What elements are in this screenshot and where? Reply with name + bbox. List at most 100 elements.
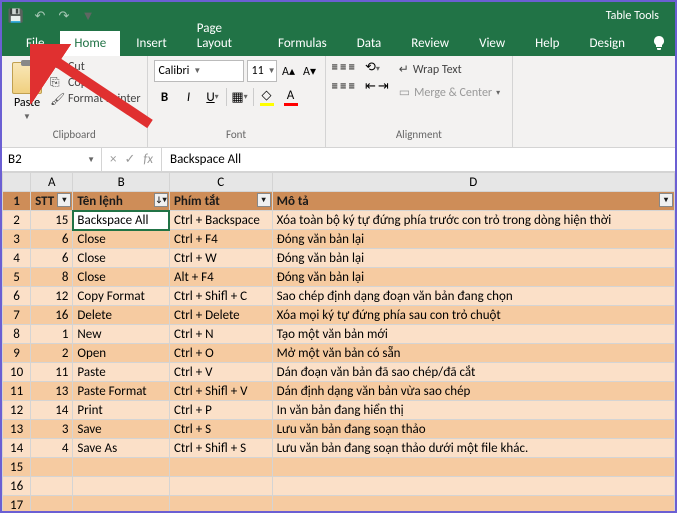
cell[interactable]: Mở một văn bản có sẵn	[272, 344, 674, 363]
row-header[interactable]: 8	[3, 325, 31, 344]
cell[interactable]: Đóng văn bản lại	[272, 249, 674, 268]
cell[interactable]: 2	[31, 344, 73, 363]
qat-dropdown-icon[interactable]: ▼	[80, 8, 96, 24]
cell[interactable]: Xóa mọi ký tự đứng phía sau con trỏ chuộ…	[272, 306, 674, 325]
cell[interactable]: Ctrl + Shifl + C	[169, 287, 272, 306]
tab-home[interactable]: Home	[60, 31, 120, 56]
cell[interactable]: Close	[73, 230, 170, 249]
cancel-icon[interactable]: ×	[110, 152, 116, 167]
align-middle-icon[interactable]: ≡	[340, 60, 346, 75]
select-all-corner[interactable]	[3, 173, 31, 192]
cell[interactable]: Phím tắt▾	[169, 192, 272, 211]
cell[interactable]: 16	[31, 306, 73, 325]
row-header[interactable]: 16	[3, 477, 31, 496]
row-header[interactable]: 15	[3, 458, 31, 477]
cell[interactable]: Đóng văn bản lại	[272, 268, 674, 287]
cell[interactable]	[31, 477, 73, 496]
cell[interactable]: Đóng văn bản lại	[272, 230, 674, 249]
row-header[interactable]: 13	[3, 420, 31, 439]
cell[interactable]: Xóa toàn bộ ký tự đứng phía trước con tr…	[272, 211, 674, 230]
tab-help[interactable]: Help	[521, 31, 573, 56]
border-button[interactable]: ▦▾	[229, 86, 251, 108]
cell[interactable]: Backspace All	[73, 211, 170, 230]
cut-button[interactable]: ✂Cut	[50, 60, 141, 74]
filter-icon[interactable]: ▾	[659, 193, 673, 207]
filter-icon[interactable]: ▾	[257, 193, 271, 207]
enter-icon[interactable]: ✓	[124, 152, 135, 167]
align-top-icon[interactable]: ≡	[332, 60, 338, 75]
cell[interactable]	[31, 458, 73, 477]
cell[interactable]	[272, 496, 674, 512]
cell[interactable]: Close	[73, 268, 170, 287]
row-header[interactable]: 5	[3, 268, 31, 287]
cell[interactable]: Dán định dạng văn bản vừa sao chép	[272, 382, 674, 401]
cell[interactable]: Dán đoạn văn bản đã sao chép/đã cắt	[272, 363, 674, 382]
italic-button[interactable]: I	[178, 86, 200, 108]
tab-formulas[interactable]: Formulas	[264, 31, 341, 56]
row-header[interactable]: 9	[3, 344, 31, 363]
cell[interactable]: Ctrl + V	[169, 363, 272, 382]
cell[interactable]: Ctrl + O	[169, 344, 272, 363]
cell[interactable]: 8	[31, 268, 73, 287]
cell[interactable]: Ctrl + Shifl + V	[169, 382, 272, 401]
col-header-C[interactable]: C	[169, 173, 272, 192]
cell[interactable]: Ctrl + F4	[169, 230, 272, 249]
cell[interactable]: Save As	[73, 439, 170, 458]
cell[interactable]	[169, 496, 272, 512]
wrap-text-button[interactable]: ↵Wrap Text	[393, 60, 506, 79]
tab-file[interactable]: File	[12, 31, 58, 56]
cell[interactable]: 4	[31, 439, 73, 458]
name-box[interactable]: B2▼	[2, 148, 102, 171]
cell[interactable]: Ctrl + P	[169, 401, 272, 420]
tab-review[interactable]: Review	[397, 31, 463, 56]
fx-icon[interactable]: fx	[143, 152, 153, 167]
cell[interactable]: 6	[31, 249, 73, 268]
cell[interactable]: Tên lệnh↓▾	[73, 192, 170, 211]
cell[interactable]	[169, 477, 272, 496]
row-header[interactable]: 7	[3, 306, 31, 325]
cell[interactable]: Ctrl + N	[169, 325, 272, 344]
bold-button[interactable]: B	[154, 86, 176, 108]
cell[interactable]: Mô tả▾	[272, 192, 674, 211]
cell[interactable]: STT▾	[31, 192, 73, 211]
cell[interactable]: Ctrl + W	[169, 249, 272, 268]
cell[interactable]: Lưu văn bản đang soạn thảo	[272, 420, 674, 439]
cell[interactable]	[272, 458, 674, 477]
row-header[interactable]: 14	[3, 439, 31, 458]
cell[interactable]: Close	[73, 249, 170, 268]
cell[interactable]: 13	[31, 382, 73, 401]
row-header[interactable]: 2	[3, 211, 31, 230]
align-bottom-icon[interactable]: ≡	[348, 60, 354, 75]
cell[interactable]	[73, 458, 170, 477]
undo-icon[interactable]: ↶	[32, 8, 48, 24]
cell[interactable]: Alt + F4	[169, 268, 272, 287]
cell[interactable]: Ctrl + S	[169, 420, 272, 439]
spreadsheet-grid[interactable]: A B C D 1STT▾Tên lệnh↓▾Phím tắt▾Mô tả▾21…	[2, 172, 675, 511]
align-left-icon[interactable]: ≡	[332, 79, 338, 94]
underline-button[interactable]: U▾	[202, 86, 224, 108]
tab-data[interactable]: Data	[343, 31, 396, 56]
cell[interactable]: New	[73, 325, 170, 344]
cell[interactable]: Ctrl + Shifl + S	[169, 439, 272, 458]
cell[interactable]	[31, 496, 73, 512]
cell[interactable]: 12	[31, 287, 73, 306]
cell[interactable]	[73, 496, 170, 512]
row-header[interactable]: 17	[3, 496, 31, 512]
cell[interactable]: Print	[73, 401, 170, 420]
align-right-icon[interactable]: ≡	[348, 79, 354, 94]
tab-design[interactable]: Design	[576, 31, 639, 56]
cell[interactable]	[169, 458, 272, 477]
cell[interactable]: Ctrl + Backspace	[169, 211, 272, 230]
orientation-icon[interactable]: ⟲▾	[365, 60, 380, 75]
row-header[interactable]: 6	[3, 287, 31, 306]
tab-view[interactable]: View	[465, 31, 519, 56]
save-icon[interactable]: 💾	[8, 8, 24, 24]
redo-icon[interactable]: ↷	[56, 8, 72, 24]
row-header[interactable]: 10	[3, 363, 31, 382]
cell[interactable]: 6	[31, 230, 73, 249]
cell[interactable]: Lưu văn bản đang soạn thảo dưới một file…	[272, 439, 674, 458]
cell[interactable]: 15	[31, 211, 73, 230]
increase-indent-icon[interactable]: ⇥	[378, 79, 389, 94]
cell[interactable]: Open	[73, 344, 170, 363]
format-painter-button[interactable]: 🖌Format Painter	[50, 92, 141, 106]
